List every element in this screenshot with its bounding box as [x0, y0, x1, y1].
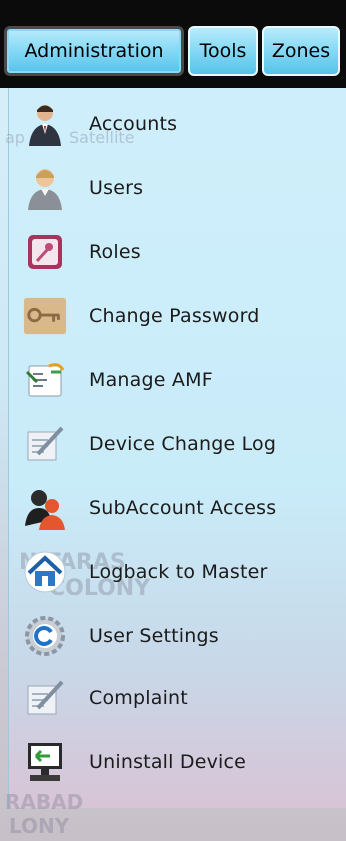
subaccount-icon	[23, 486, 67, 530]
accounts-icon	[23, 102, 67, 146]
menu-item-label: User Settings	[89, 625, 219, 647]
menu-item-device-change-log[interactable]: Device Change Log	[9, 412, 346, 476]
home-icon	[23, 550, 67, 594]
administration-dropdown-menu: ap Satellite NITARAS COLONY RABAD LONY A…	[5, 88, 346, 838]
top-navigation-bar: Administration Tools Zones	[0, 0, 346, 88]
menu-item-uninstall-device[interactable]: Uninstall Device	[9, 730, 346, 794]
menu-item-label: Change Password	[89, 305, 260, 327]
menu-item-label: Device Change Log	[89, 433, 277, 455]
roles-icon	[23, 230, 67, 274]
menu-item-change-password[interactable]: Change Password	[9, 284, 346, 348]
menu-item-complaint[interactable]: Complaint	[9, 666, 346, 730]
tab-zones[interactable]: Zones	[262, 26, 340, 76]
menu-item-users[interactable]: Users	[9, 156, 346, 220]
change-log-icon	[23, 422, 67, 466]
menu-item-label: Uninstall Device	[89, 751, 247, 773]
menu-item-roles[interactable]: Roles	[9, 220, 346, 284]
menu-item-user-settings[interactable]: User Settings	[9, 604, 346, 668]
menu-item-label: SubAccount Access	[89, 497, 277, 519]
complaint-icon	[23, 676, 67, 720]
menu-item-label: Logback to Master	[89, 561, 268, 583]
menu-item-label: Users	[89, 177, 144, 199]
menu-item-logback-to-master[interactable]: Logback to Master	[9, 540, 346, 604]
key-icon	[23, 294, 67, 338]
menu-item-manage-amf[interactable]: Manage AMF	[9, 348, 346, 412]
menu-item-subaccount-access[interactable]: SubAccount Access	[9, 476, 346, 540]
uninstall-device-icon	[23, 740, 67, 784]
menu-item-label: Roles	[89, 241, 141, 263]
menu-item-label: Complaint	[89, 687, 188, 709]
tab-administration[interactable]: Administration	[4, 26, 184, 76]
menu-item-label: Accounts	[89, 113, 178, 135]
manage-amf-icon	[23, 358, 67, 402]
menu-item-label: Manage AMF	[89, 369, 213, 391]
tab-tools[interactable]: Tools	[188, 26, 258, 76]
gear-icon	[23, 614, 67, 658]
map-label: LONY	[9, 814, 70, 838]
menu-item-accounts[interactable]: Accounts	[9, 92, 346, 156]
users-icon	[23, 166, 67, 210]
